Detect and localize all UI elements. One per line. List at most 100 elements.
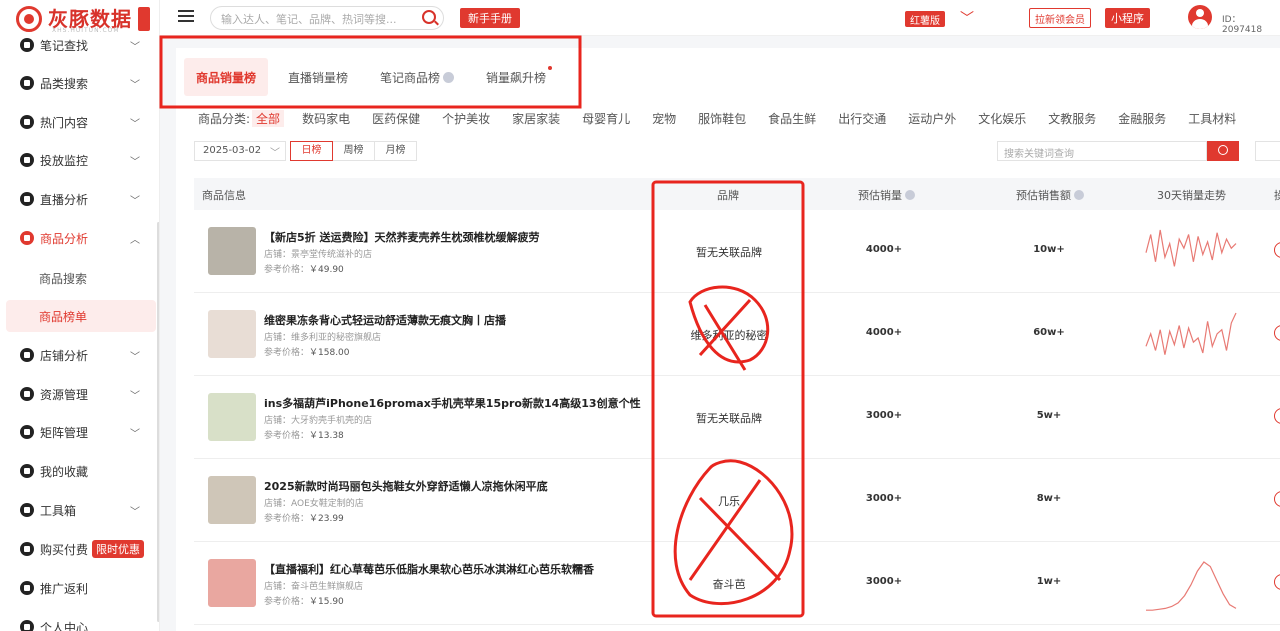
- category-all[interactable]: 全部: [252, 110, 285, 127]
- sidebar-item-purchase[interactable]: 购买付费 限时优惠: [0, 534, 159, 564]
- keyword-search-input[interactable]: 搜索关键词查询: [997, 141, 1207, 161]
- help-icon[interactable]: [905, 190, 915, 200]
- product-thumbnail[interactable]: [208, 476, 256, 524]
- price-label: 参考价格：: [264, 348, 310, 358]
- add-icon[interactable]: [1274, 491, 1280, 507]
- product-shop[interactable]: 店铺：大牙豹壳手机壳的店: [264, 413, 372, 426]
- grid-icon: [20, 76, 34, 90]
- category-item[interactable]: 文教服务: [1048, 110, 1096, 127]
- table-row[interactable]: 2025新款时尚玛丽包头拖鞋女外穿舒适懒人凉拖休闲平底 店铺：AOE女鞋定制的店参…: [194, 459, 1280, 542]
- product-thumbnail[interactable]: [208, 559, 256, 607]
- brand-cell[interactable]: 维多利亚的秘密: [664, 327, 794, 343]
- period-daily[interactable]: 日榜: [290, 141, 333, 161]
- table-row[interactable]: 维密果冻条背心式轻运动舒适薄款无痕文胸丨店播 店铺：维多利亚的秘密旗舰店 参考价格：…: [194, 293, 1280, 376]
- product-name[interactable]: ins多福葫芦iPhone16promax手机壳苹果15pro新款14高级13创…: [264, 395, 641, 411]
- sidebar-item-matrix-management[interactable]: 矩阵管理 ﹀: [0, 417, 159, 447]
- tab-note-products[interactable]: 笔记商品榜: [368, 58, 466, 96]
- category-item[interactable]: 运动户外: [908, 110, 956, 127]
- category-item[interactable]: 数码家电: [302, 110, 350, 127]
- period-monthly[interactable]: 月榜: [374, 141, 417, 161]
- invite-button[interactable]: 拉新领会员: [1029, 8, 1091, 28]
- product-shop[interactable]: 店铺：AOE女鞋定制的店: [264, 496, 364, 509]
- category-item[interactable]: 文化娱乐: [978, 110, 1026, 127]
- add-icon[interactable]: [1274, 242, 1280, 258]
- category-item[interactable]: 食品生鲜: [768, 110, 816, 127]
- sidebar-item-category-search[interactable]: 品类搜索 ﹀: [0, 68, 159, 98]
- product-name[interactable]: 2025新款时尚玛丽包头拖鞋女外穿舒适懒人凉拖休闲平底: [264, 478, 548, 494]
- category-item[interactable]: 工具材料: [1188, 110, 1236, 127]
- period-weekly[interactable]: 周榜: [332, 141, 375, 161]
- sidebar-subitem-product-ranking[interactable]: 商品榜单: [6, 300, 156, 332]
- product-shop[interactable]: 店铺：奋斗芭生鲜旗舰店: [264, 579, 363, 592]
- add-icon[interactable]: [1274, 408, 1280, 424]
- product-name[interactable]: 【新店5折 送运费险】天然荞麦壳养生枕颈椎枕缓解疲劳: [264, 229, 539, 245]
- header-est-amount[interactable]: 预估销售额: [1016, 187, 1084, 203]
- brand-cell[interactable]: 暂无关联品牌: [664, 244, 794, 260]
- keyword-search-button[interactable]: [1207, 141, 1239, 161]
- category-item[interactable]: 金融服务: [1118, 110, 1166, 127]
- menu-toggle-icon[interactable]: [178, 10, 194, 24]
- header-label: 预估销量: [858, 189, 902, 202]
- sidebar-item-referral[interactable]: 推广返利: [0, 573, 159, 603]
- help-icon[interactable]: [1074, 190, 1084, 200]
- category-item[interactable]: 宠物: [652, 110, 676, 127]
- brand-cell[interactable]: 奋斗芭: [664, 576, 794, 592]
- chevron-down-icon: ﹀: [130, 429, 140, 440]
- tab-live-sales[interactable]: 直播销量榜: [276, 58, 360, 96]
- sidebar-item-resource-management[interactable]: 资源管理 ﹀: [0, 379, 159, 409]
- brand-cell[interactable]: 几乐: [664, 493, 794, 509]
- sidebar-item-live-analysis[interactable]: 直播分析 ﹀: [0, 184, 159, 214]
- product-name[interactable]: 【直播福利】红心草莓芭乐低脂水果软心芭乐冰淇淋红心芭乐软糯香: [264, 561, 594, 577]
- help-icon[interactable]: [443, 72, 455, 83]
- price-label: 参考价格：: [264, 265, 310, 275]
- sidebar-item-favorites[interactable]: 我的收藏: [0, 456, 159, 486]
- product-thumbnail[interactable]: [208, 310, 256, 358]
- extra-button[interactable]: [1255, 141, 1280, 161]
- sidebar-item-label: 工具箱: [40, 503, 77, 518]
- star-icon: [20, 464, 34, 478]
- tab-product-sales[interactable]: 商品销量榜: [184, 58, 269, 96]
- brand-cell[interactable]: 暂无关联品牌: [664, 410, 794, 426]
- product-name[interactable]: 维密果冻条背心式轻运动舒适薄款无痕文胸丨店播: [264, 312, 506, 328]
- sidebar-item-toolbox[interactable]: 工具箱 ﹀: [0, 495, 159, 525]
- table-row[interactable]: ins多福葫芦iPhone16promax手机壳苹果15pro新款14高级13创…: [194, 376, 1280, 459]
- guide-button[interactable]: 新手手册: [460, 8, 520, 28]
- category-item[interactable]: 服饰鞋包: [698, 110, 746, 127]
- edition-badge[interactable]: 红薯版: [905, 11, 945, 27]
- sidebar-item-note-search[interactable]: 笔记查找 ﹀: [0, 30, 159, 60]
- search-icon[interactable]: [422, 10, 436, 24]
- category-item[interactable]: 出行交通: [838, 110, 886, 127]
- sidebar: 灰豚数据 XHS.HUITUN.COM 笔记查找 ﹀ 品类搜索 ﹀ 热门内容 ﹀ 投放…: [0, 0, 160, 631]
- mini-program-button[interactable]: 小程序: [1105, 8, 1150, 28]
- sidebar-item-label: 资源管理: [40, 387, 89, 402]
- category-item[interactable]: 母婴育儿: [582, 110, 630, 127]
- sidebar-item-product-analysis[interactable]: 商品分析 ︿: [0, 223, 159, 253]
- category-item[interactable]: 个护美妆: [442, 110, 490, 127]
- table-row[interactable]: 【新店5折 送运费险】天然荞麦壳养生枕颈椎枕缓解疲劳 店铺：景亭堂传统滋补的店 参考…: [194, 210, 1280, 293]
- sidebar-item-hot-content[interactable]: 热门内容 ﹀: [0, 107, 159, 137]
- ranking-card: 商品销量榜 直播销量榜 笔记商品榜 销量飙升榜 商品分类: 全部 数码家电 医药…: [176, 48, 1280, 631]
- sidebar-item-ad-monitor[interactable]: 投放监控 ﹀: [0, 145, 159, 175]
- category-item[interactable]: 医药保健: [372, 110, 420, 127]
- sidebar-subitem-product-search[interactable]: 商品搜索: [0, 262, 159, 294]
- table-row[interactable]: 【直播福利】红心草莓芭乐低脂水果软心芭乐冰淇淋红心芭乐软糯香 店铺：奋斗芭生鲜旗舰…: [194, 542, 1280, 625]
- shop-icon: [20, 348, 34, 362]
- product-shop[interactable]: 店铺：景亭堂传统滋补的店: [264, 247, 372, 260]
- product-thumbnail[interactable]: [208, 393, 256, 441]
- date-picker[interactable]: 2025-03-02 ﹀: [194, 141, 286, 161]
- add-icon[interactable]: [1274, 574, 1280, 590]
- chevron-down-icon: ﹀: [130, 507, 140, 518]
- category-item[interactable]: 家居家装: [512, 110, 560, 127]
- tab-sales-surge[interactable]: 销量飙升榜: [474, 58, 558, 96]
- trend-sparkline: [1144, 388, 1239, 448]
- global-search-input[interactable]: 输入达人、笔记、品牌、热词等搜...: [210, 6, 444, 30]
- product-shop[interactable]: 店铺：维多利亚的秘密旗舰店: [264, 330, 381, 343]
- sidebar-item-shop-analysis[interactable]: 店铺分析 ﹀: [0, 340, 159, 370]
- avatar[interactable]: [1188, 5, 1212, 29]
- add-icon[interactable]: [1274, 325, 1280, 341]
- sidebar-item-label: 购买付费: [40, 542, 89, 557]
- chevron-down-icon[interactable]: ﹀: [960, 8, 974, 28]
- sidebar-item-profile[interactable]: 个人中心: [0, 612, 159, 631]
- product-thumbnail[interactable]: [208, 227, 256, 275]
- header-est-sales[interactable]: 预估销量: [858, 187, 915, 203]
